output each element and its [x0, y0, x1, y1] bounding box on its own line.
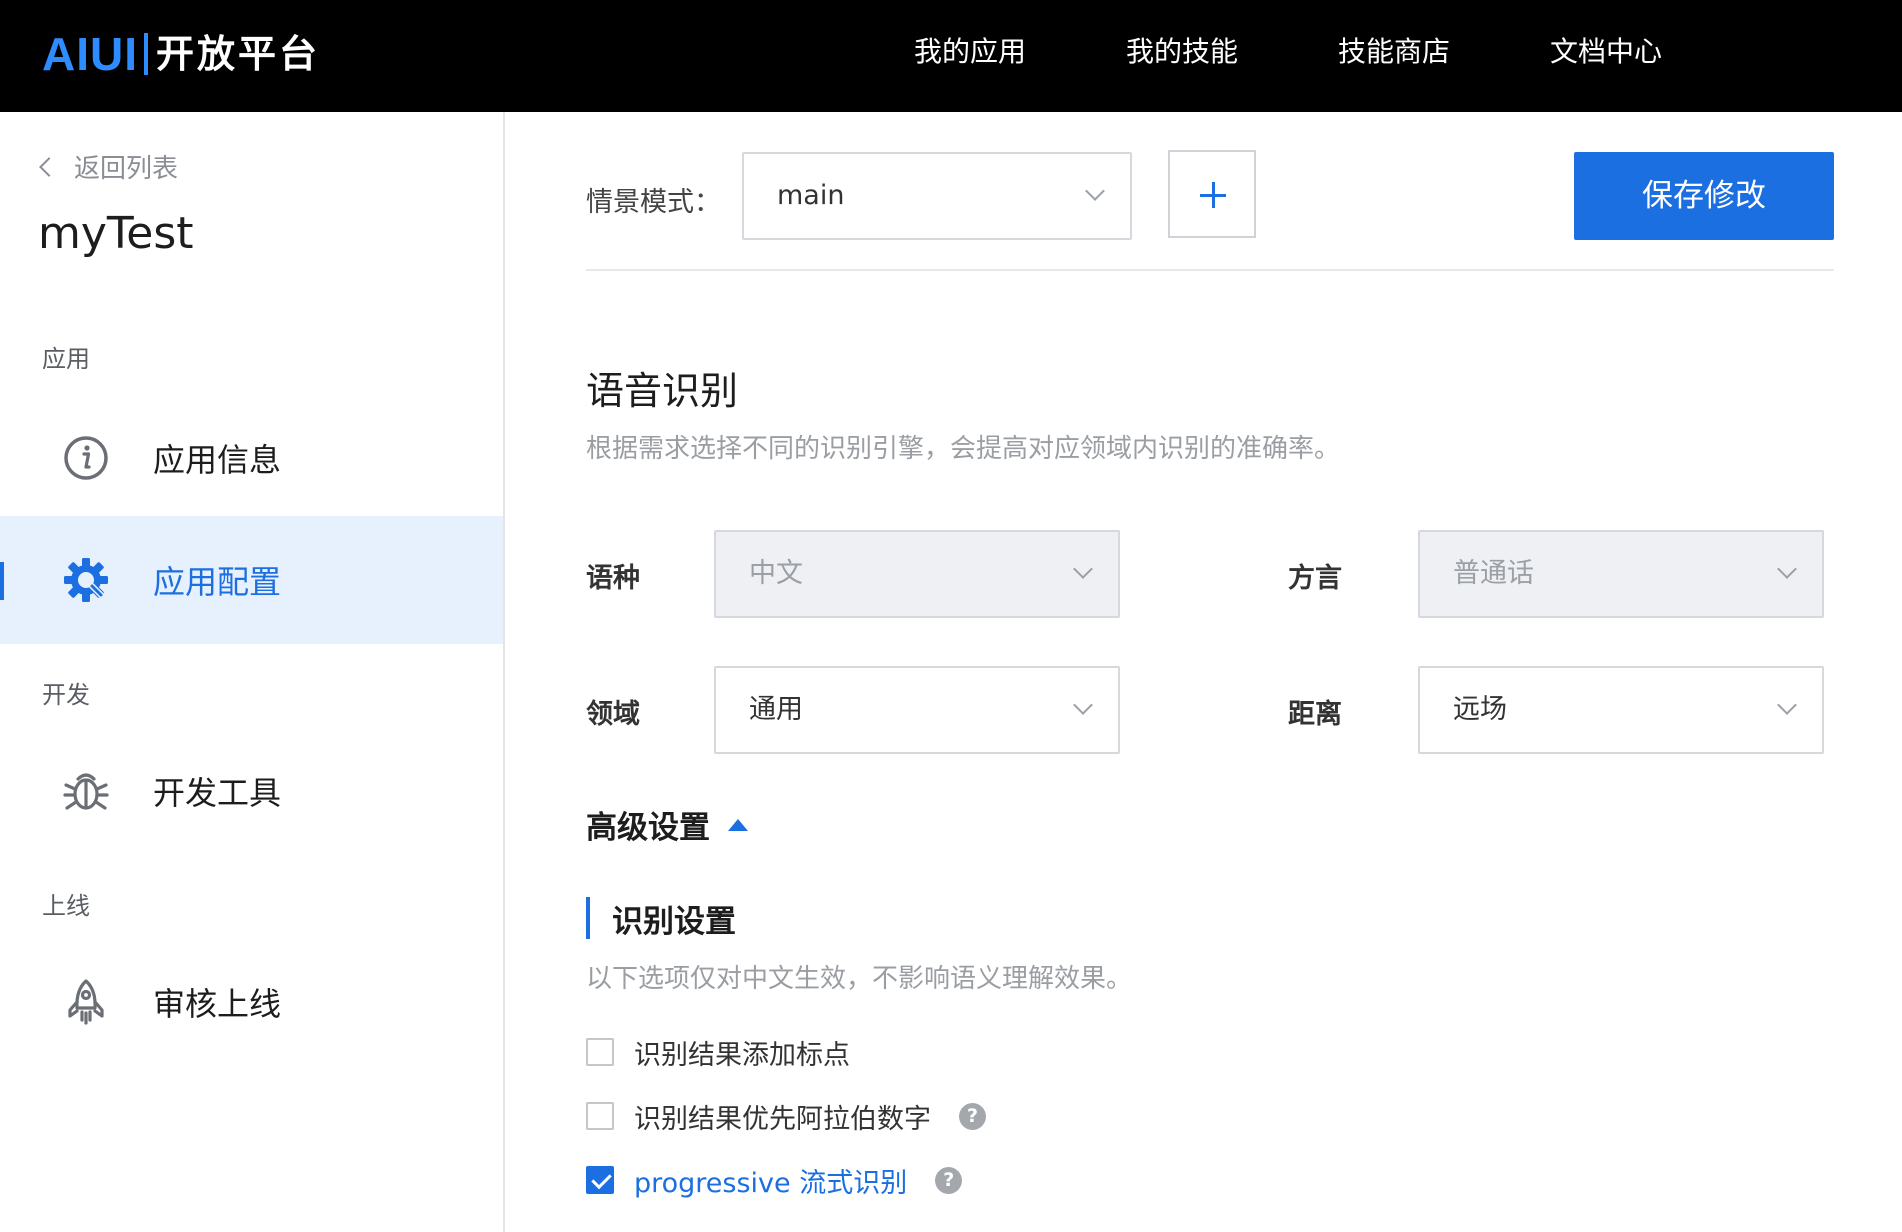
domain-value: 通用	[749, 694, 803, 725]
sidebar-item-app-config[interactable]: 应用配置	[0, 516, 503, 644]
option-label: 识别结果添加标点	[634, 1039, 850, 1071]
sidebar-item-app-info[interactable]: 应用信息	[0, 394, 503, 522]
section-title: 语音识别	[586, 369, 739, 413]
sidebar-item-label: 审核上线	[153, 985, 282, 1023]
distance-select[interactable]: 远场	[1418, 666, 1824, 754]
checkbox[interactable]	[586, 1038, 614, 1066]
chevron-left-icon	[39, 156, 59, 177]
option-label: 识别结果优先阿拉伯数字	[634, 1103, 931, 1135]
sidebar-item-label: 应用信息	[153, 441, 282, 479]
dialect-value: 普通话	[1453, 558, 1534, 589]
distance-label: 距离	[1288, 699, 1342, 730]
subsection-title: 识别设置	[586, 896, 736, 940]
language-value: 中文	[749, 558, 803, 589]
help-icon[interactable]: ?	[959, 1102, 986, 1130]
language-select[interactable]: 中文	[714, 530, 1120, 618]
platform-logo[interactable]: AIUI 开放平台	[42, 26, 320, 82]
sidebar: 返回列表 myTest 应用 应用信息 应用配置 开发 开发工具 上线 审核上线	[0, 112, 505, 1232]
help-icon[interactable]: ?	[935, 1166, 963, 1194]
scene-mode-select[interactable]: main	[742, 152, 1132, 240]
logo-name: 开放平台	[156, 32, 321, 76]
nav-docs-center[interactable]: 文档中心	[1550, 30, 1662, 74]
domain-label: 领域	[586, 699, 640, 730]
chevron-down-icon	[1073, 559, 1093, 579]
info-icon	[64, 436, 108, 480]
option-add-punctuation[interactable]: 识别结果添加标点	[586, 1032, 850, 1072]
add-scene-button[interactable]	[1168, 150, 1256, 238]
gear-icon	[64, 558, 108, 602]
checkbox-checked[interactable]	[586, 1166, 614, 1194]
section-description: 根据需求选择不同的识别引擎，会提高对应领域内识别的准确率。	[586, 434, 1341, 464]
checkbox[interactable]	[586, 1102, 614, 1130]
option-progressive-streaming[interactable]: progressive 流式识别 ?	[586, 1160, 963, 1200]
advanced-settings-toggle[interactable]: 高级设置	[586, 802, 748, 847]
group-label-dev: 开发	[42, 681, 90, 709]
subsection-title-text: 识别设置	[612, 903, 736, 940]
chevron-down-icon	[1085, 181, 1105, 201]
save-changes-button[interactable]: 保存修改	[1574, 152, 1834, 240]
advanced-settings-label: 高级设置	[586, 810, 710, 846]
back-to-list-label: 返回列表	[74, 154, 179, 184]
chevron-down-icon	[1777, 559, 1797, 579]
option-prefer-arabic-numerals[interactable]: 识别结果优先阿拉伯数字 ?	[586, 1096, 986, 1136]
top-nav: 我的应用 我的技能 技能商店 文档中心	[914, 30, 1662, 74]
divider	[586, 269, 1834, 271]
sidebar-item-label: 开发工具	[153, 774, 282, 812]
scene-mode-label: 情景模式：	[586, 187, 721, 218]
chevron-down-icon	[1777, 695, 1797, 715]
back-to-list-link[interactable]: 返回列表	[39, 148, 179, 185]
dialect-select[interactable]: 普通话	[1418, 530, 1824, 618]
chevron-down-icon	[1073, 695, 1093, 715]
dialect-label: 方言	[1288, 563, 1342, 594]
top-bar: AIUI 开放平台 我的应用 我的技能 技能商店 文档中心	[0, 0, 1902, 112]
app-name: myTest	[38, 208, 194, 259]
subsection-description: 以下选项仅对中文生效，不影响语义理解效果。	[586, 964, 1133, 994]
logo-mark: AIUI	[42, 28, 138, 80]
sidebar-item-review-launch[interactable]: 审核上线	[0, 938, 503, 1066]
main-content: 情景模式： main 保存修改 语音识别 根据需求选择不同的识别引擎，会提高对应…	[506, 112, 1902, 1232]
active-indicator	[0, 562, 4, 600]
scene-mode-value: main	[777, 180, 845, 211]
nav-skill-store[interactable]: 技能商店	[1338, 30, 1450, 74]
subsection-accent-bar	[586, 897, 590, 939]
logo-divider	[144, 33, 148, 75]
sidebar-item-label: 应用配置	[153, 563, 282, 601]
nav-my-apps[interactable]: 我的应用	[914, 30, 1026, 74]
bug-icon	[63, 773, 109, 810]
group-label-online: 上线	[42, 892, 90, 920]
sidebar-item-dev-tools[interactable]: 开发工具	[0, 727, 503, 855]
distance-value: 远场	[1453, 694, 1507, 725]
nav-my-skills[interactable]: 我的技能	[1126, 30, 1238, 74]
domain-select[interactable]: 通用	[714, 666, 1120, 754]
group-label-app: 应用	[42, 345, 90, 373]
caret-up-icon	[728, 818, 748, 831]
language-label: 语种	[586, 563, 640, 594]
option-label: progressive 流式识别	[634, 1167, 908, 1199]
rocket-icon	[68, 979, 104, 1025]
